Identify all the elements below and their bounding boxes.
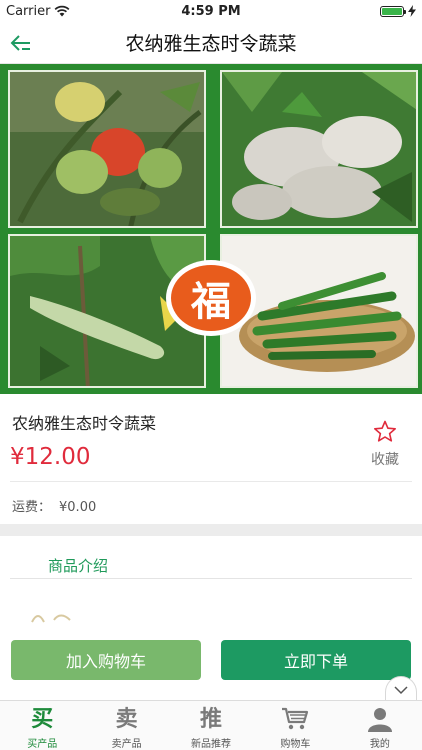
wifi-icon [55,5,70,17]
fortune-badge: 福 [166,260,256,336]
description-image [31,614,71,623]
collapse-toggle[interactable] [385,676,417,702]
back-button[interactable] [8,30,34,56]
tab-label: 购物车 [280,739,311,750]
tomato-image [8,70,206,228]
buy-now-button[interactable]: 立即下单 [221,640,411,680]
tab-label: 新品推荐 [191,739,232,750]
divider [10,481,412,482]
tab-label: 我的 [369,739,390,750]
mushroom-image [220,70,418,228]
chevron-down-icon [394,685,408,694]
product-price: ¥12.00 [10,444,91,470]
tab-cart[interactable]: 购物车 [253,701,337,750]
back-arrow-icon [10,35,30,51]
cart-icon [281,705,309,732]
section-separator [0,524,422,536]
tab-buy-products[interactable]: 买 买产品 [0,701,84,750]
status-bar: Carrier 4:59 PM [0,0,422,22]
buy-icon: 买 [31,705,54,732]
tab-label: 卖产品 [111,739,142,750]
tab-profile[interactable]: 我的 [338,701,422,750]
add-to-cart-button[interactable]: 加入购物车 [11,640,201,680]
favorite-button[interactable]: 收藏 [362,420,408,469]
battery-icon [380,5,406,17]
star-outline-icon [374,420,396,442]
favorite-label: 收藏 [371,452,399,468]
shipping-fee: 运费： ¥0.00 [12,496,96,515]
user-icon [367,705,393,732]
navigation-bar: 农纳雅生态时令蔬菜 [0,22,422,64]
page-title: 农纳雅生态时令蔬菜 [125,33,297,55]
shipping-value: ¥0.00 [59,500,97,515]
tab-sell-products[interactable]: 卖 卖产品 [84,701,168,750]
tab-product-intro[interactable]: 商品介绍 [48,555,108,576]
charging-icon [408,5,416,17]
status-time: 4:59 PM [181,3,241,19]
bottom-tab-bar: 买 买产品 卖 卖产品 推 新品推荐 购物车 我的 [0,700,422,750]
fortune-badge-text: 福 [171,265,251,331]
tab-label: 买产品 [27,739,58,750]
product-name: 农纳雅生态时令蔬菜 [12,414,157,433]
recommend-icon: 推 [200,705,223,732]
carrier-label: Carrier [6,3,51,19]
divider [10,578,412,579]
sell-icon: 卖 [115,705,138,732]
tab-new-arrivals[interactable]: 推 新品推荐 [169,701,253,750]
shipping-label: 运费： [12,500,52,515]
product-image-gallery[interactable]: 福 [0,64,422,394]
